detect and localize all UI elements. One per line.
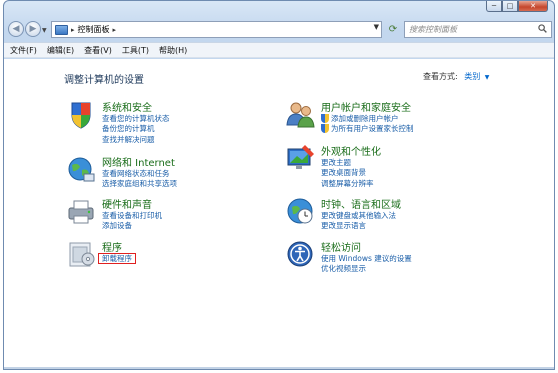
programs-icon[interactable] [66,239,96,269]
shield-icon [321,124,329,134]
appearance-icon[interactable] [285,143,315,173]
clock-globe-icon[interactable] [285,196,315,226]
link-desktop-background[interactable]: 更改桌面背景 [321,168,374,179]
chevron-down-icon[interactable]: ▼ [485,74,490,81]
link-add-device[interactable]: 添加设备 [102,221,162,232]
control-panel-icon [55,24,68,35]
menu-bar: 文件(F) 编辑(E) 查看(V) 工具(T) 帮助(H) [4,42,554,58]
search-input[interactable] [405,22,533,37]
minimize-button[interactable]: ─ [486,1,502,12]
navigation-row: ◀ ▶ ▼ ▸ 控制面板 ▸ ▼ ⟳ [4,19,554,41]
category-links: 查看网络状态和任务 选择家庭组和共享选项 [102,168,177,189]
view-by-dropdown[interactable]: 类别 [464,72,480,81]
category-title[interactable]: 硬件和声音 [102,196,152,211]
address-bar[interactable]: ▸ 控制面板 ▸ ▼ [51,21,382,38]
menu-help[interactable]: 帮助(H) [159,45,187,56]
forward-arrow-icon[interactable]: ▶ [25,21,41,37]
category-links: 使用 Windows 建议的设置 优化视频显示 [321,253,412,274]
users-icon[interactable] [285,99,315,129]
category-title[interactable]: 系统和安全 [102,99,152,114]
menu-tools[interactable]: 工具(T) [122,45,149,56]
close-button[interactable]: ✕ [518,1,548,12]
shield-icon [321,113,329,123]
link-view-status[interactable]: 查看您的计算机状态 [102,113,170,124]
category-links: 查看您的计算机状态 备份您的计算机 查找并解决问题 [102,113,170,145]
link-recommended-settings[interactable]: 使用 Windows 建议的设置 [321,253,412,264]
link-change-input-method[interactable]: 更改键盘或其他输入法 [321,210,396,221]
link-optimize-display[interactable]: 优化视频显示 [321,264,412,275]
search-box[interactable] [404,21,552,38]
link-homegroup[interactable]: 选择家庭组和共享选项 [102,179,177,190]
category-title[interactable]: 外观和个性化 [321,143,381,158]
view-by: 查看方式: 类别 ▼ [423,71,489,82]
link-change-theme[interactable]: 更改主题 [321,157,374,168]
link-text[interactable]: 添加或删除用户帐户 [331,113,399,124]
category-title[interactable]: 网络和 Internet [102,154,175,169]
recent-pages-dropdown[interactable]: ▼ [42,27,47,34]
category-title[interactable]: 时钟、语言和区域 [321,196,401,211]
category-links: 卸载程序 [98,253,136,264]
category-links: 更改主题 更改桌面背景 调整屏幕分辨率 [321,157,374,189]
refresh-icon[interactable]: ⟳ [386,22,400,37]
ease-of-access-icon[interactable] [285,239,315,269]
breadcrumb-separator: ▸ [71,25,75,34]
category-title[interactable]: 轻松访问 [321,239,361,254]
back-arrow-icon[interactable]: ◀ [8,21,24,37]
breadcrumb-chevron[interactable]: ▸ [113,26,117,34]
maximize-button[interactable]: □ [502,1,518,12]
content-area: 调整计算机的设置 查看方式: 类别 ▼ 系统和安全 查看您的计算机状态 备份您的… [4,59,554,369]
link-uninstall-program[interactable]: 卸载程序 [98,253,136,264]
breadcrumb-control-panel[interactable]: 控制面板 [78,24,110,35]
link-add-remove-accounts[interactable]: 添加或删除用户帐户 [321,113,414,124]
system-security-icon[interactable] [66,99,96,129]
link-troubleshoot[interactable]: 查找并解决问题 [102,134,170,145]
search-icon[interactable] [538,24,547,33]
category-links: 查看设备和打印机 添加设备 [102,210,162,231]
control-panel-window: ─ □ ✕ ◀ ▶ ▼ ▸ 控制面板 ▸ ▼ ⟳ 文件(F) 编辑(E) 查看(… [3,0,555,370]
category-links: 更改键盘或其他输入法 更改显示语言 [321,210,396,231]
caption-buttons: ─ □ ✕ [486,1,548,12]
category-title[interactable]: 程序 [102,239,122,254]
link-screen-resolution[interactable]: 调整屏幕分辨率 [321,178,374,189]
view-by-label: 查看方式: [423,72,458,81]
menu-edit[interactable]: 编辑(E) [47,45,74,56]
address-dropdown[interactable]: ▼ [374,23,379,31]
menu-file[interactable]: 文件(F) [10,45,37,56]
link-network-status[interactable]: 查看网络状态和任务 [102,168,177,179]
link-backup[interactable]: 备份您的计算机 [102,124,170,135]
category-links: 添加或删除用户帐户 为所有用户设置家长控制 [321,113,414,134]
link-text[interactable]: 为所有用户设置家长控制 [331,123,414,134]
printer-icon[interactable] [66,196,96,226]
link-parental-controls[interactable]: 为所有用户设置家长控制 [321,124,414,135]
menu-view[interactable]: 查看(V) [84,45,112,56]
window-bottom-border [4,367,554,369]
page-title: 调整计算机的设置 [64,75,144,86]
link-devices-printers[interactable]: 查看设备和打印机 [102,210,162,221]
network-globe-icon[interactable] [66,154,96,184]
category-title[interactable]: 用户帐户和家庭安全 [321,99,411,114]
link-change-display-language[interactable]: 更改显示语言 [321,221,396,232]
